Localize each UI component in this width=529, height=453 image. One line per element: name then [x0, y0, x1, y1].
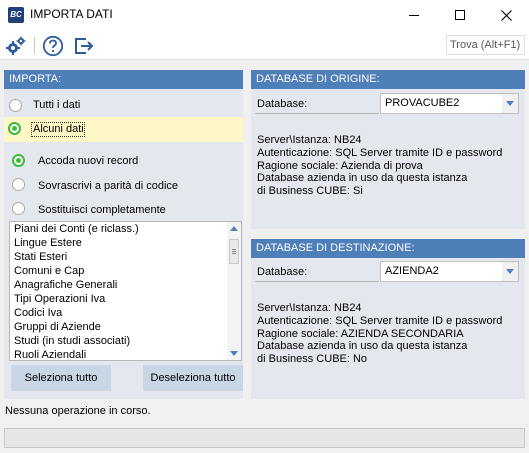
- destination-in-use: Database azienda in uso da questa istanz…: [257, 340, 468, 352]
- scroll-thumb[interactable]: [229, 239, 239, 264]
- radio-all-data[interactable]: [9, 99, 22, 112]
- destination-server: Server\Istanza: NB24: [257, 302, 362, 314]
- search-input[interactable]: Trova (Alt+F1): [446, 35, 525, 55]
- source-database-label: Database:: [257, 98, 308, 110]
- source-database-select[interactable]: PROVACUBE2: [380, 93, 519, 114]
- help-circle-icon[interactable]: [42, 35, 64, 57]
- radio-all-data-label[interactable]: Tutti i dati: [33, 99, 80, 111]
- tables-listbox[interactable]: Piani dei Conti (e riclass.) Lingue Este…: [9, 221, 242, 361]
- list-item[interactable]: Piani dei Conti (e riclass.): [14, 223, 139, 235]
- list-item[interactable]: Stati Esteri: [14, 251, 67, 263]
- list-item[interactable]: Comuni e Cap: [14, 265, 84, 277]
- close-button[interactable]: [483, 0, 529, 30]
- destination-auth: Autenticazione: SQL Server tramite ID e …: [257, 315, 503, 327]
- list-item[interactable]: Tipi Operazioni Iva: [14, 293, 105, 305]
- import-panel-header: IMPORTA:: [4, 70, 243, 89]
- close-icon: [500, 9, 512, 21]
- source-panel-header: DATABASE DI ORIGINE:: [251, 70, 525, 89]
- radio-overwrite-by-code-label[interactable]: Sovrascrivi a parità di codice: [38, 180, 178, 192]
- toolbar-separator: [34, 37, 35, 54]
- list-item[interactable]: Ruoli Aziendali: [14, 349, 86, 360]
- title-bar: BC IMPORTA DATI: [0, 0, 529, 30]
- destination-company: Ragione sociale: AZIENDA SECONDARIA: [257, 328, 464, 340]
- list-item[interactable]: Gruppi di Aziende: [14, 321, 101, 333]
- status-text: Nessuna operazione in corso.: [5, 405, 151, 417]
- field-underline: [255, 281, 379, 282]
- source-company: Ragione sociale: Azienda di prova: [257, 160, 423, 172]
- window-title: IMPORTA DATI: [30, 7, 113, 21]
- maximize-button[interactable]: [437, 0, 483, 30]
- destination-panel-header: DATABASE DI DESTINAZIONE:: [251, 239, 525, 258]
- thumb-grip: [232, 251, 236, 252]
- minimize-icon: [409, 14, 419, 16]
- radio-append-records[interactable]: [12, 154, 25, 167]
- destination-database-value: AZIENDA2: [385, 265, 439, 277]
- select-all-button[interactable]: Seleziona tutto: [11, 365, 111, 391]
- radio-replace-all[interactable]: [12, 202, 25, 215]
- scroll-up-icon[interactable]: [230, 226, 238, 231]
- list-item[interactable]: Codici Iva: [14, 307, 62, 319]
- destination-database-label: Database:: [257, 266, 308, 278]
- radio-some-data[interactable]: [8, 122, 21, 135]
- source-auth: Autenticazione: SQL Server tramite ID e …: [257, 147, 503, 159]
- exit-icon[interactable]: [73, 35, 95, 57]
- radio-append-records-label[interactable]: Accoda nuovi record: [38, 155, 138, 167]
- thumb-grip: [232, 249, 236, 250]
- radio-replace-all-label[interactable]: Sostituisci completamente: [38, 204, 166, 216]
- chevron-down-icon[interactable]: [502, 94, 518, 113]
- deselect-all-button[interactable]: Deseleziona tutto: [143, 365, 243, 391]
- destination-in-use-value: di Business CUBE: No: [257, 353, 368, 365]
- chevron-down-icon[interactable]: [502, 262, 518, 281]
- list-item[interactable]: Lingue Estere: [14, 237, 82, 249]
- app-logo-icon: BC: [8, 7, 24, 23]
- source-in-use-value: di Business CUBE: Si: [257, 185, 363, 197]
- list-item[interactable]: Anagrafiche Generali: [14, 279, 117, 291]
- list-scrollbar[interactable]: [227, 222, 241, 360]
- radio-some-data-label[interactable]: Alcuni dati: [33, 123, 84, 135]
- source-in-use: Database azienda in uso da questa istanz…: [257, 172, 468, 184]
- source-database-value: PROVACUBE2: [385, 97, 460, 109]
- minimize-button[interactable]: [391, 0, 437, 30]
- gears-icon[interactable]: [5, 35, 27, 57]
- progress-bar: [4, 428, 525, 448]
- scroll-down-icon[interactable]: [230, 351, 238, 356]
- list-item[interactable]: Studi (in studi associati): [14, 335, 130, 347]
- source-server: Server\Istanza: NB24: [257, 134, 362, 146]
- maximize-icon: [455, 10, 465, 20]
- radio-overwrite-by-code[interactable]: [12, 178, 25, 191]
- field-underline: [255, 113, 379, 114]
- thumb-grip: [232, 253, 236, 254]
- destination-database-select[interactable]: AZIENDA2: [380, 261, 519, 282]
